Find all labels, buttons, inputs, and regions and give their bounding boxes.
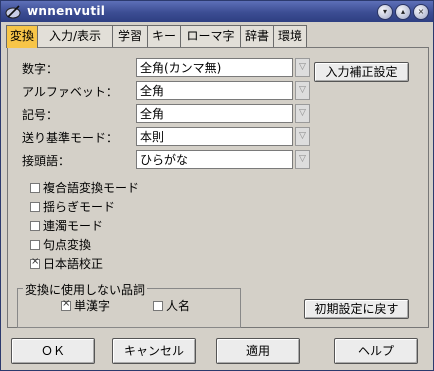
symbols-label: 記号： bbox=[22, 108, 59, 122]
alphabet-dropdown-icon[interactable]: ▽ bbox=[295, 81, 310, 100]
pen-icon[interactable] bbox=[5, 4, 21, 19]
app-window: wnnenvutil ▾ ▴ × 変換 入力/表示 学習 キー ローマ字 辞書 … bbox=[0, 0, 434, 371]
prefix-label: 接頭語： bbox=[22, 154, 71, 168]
person-name-label: 人名 bbox=[166, 299, 191, 313]
fluctuation-mode-label: 揺らぎモード bbox=[43, 200, 116, 214]
japanese-proofreading-checkbox[interactable] bbox=[30, 256, 40, 269]
tab-input-display[interactable]: 入力/表示 bbox=[37, 25, 113, 47]
japanese-proofreading-label: 日本語校正 bbox=[43, 257, 104, 271]
apply-button[interactable]: 適用 bbox=[216, 338, 300, 364]
reset-defaults-button[interactable]: 初期設定に戻す bbox=[304, 299, 409, 319]
tab-environment[interactable]: 環境 bbox=[273, 25, 307, 47]
numbers-select[interactable]: 全角(カンマ無) bbox=[136, 58, 293, 77]
prefix-select[interactable]: ひらがな bbox=[136, 150, 293, 169]
window-menu-icon[interactable]: ▾ bbox=[377, 4, 393, 20]
tab-conversion[interactable]: 変換 bbox=[6, 25, 38, 48]
compound-mode-label: 複合語変換モード bbox=[43, 181, 140, 195]
person-name-checkbox[interactable] bbox=[153, 301, 163, 311]
rendaku-mode-label: 連濁モード bbox=[43, 219, 104, 233]
unused-pos-group-title: 変換に使用しない品詞 bbox=[23, 281, 148, 298]
prefix-dropdown-icon[interactable]: ▽ bbox=[295, 150, 310, 169]
tab-romaji[interactable]: ローマ字 bbox=[180, 25, 241, 47]
tab-learning[interactable]: 学習 bbox=[112, 25, 148, 47]
alphabet-select[interactable]: 全角 bbox=[136, 81, 293, 100]
numbers-dropdown-icon[interactable]: ▽ bbox=[295, 58, 310, 77]
alphabet-label: アルファベット： bbox=[22, 85, 118, 99]
numbers-label: 数字： bbox=[22, 62, 59, 76]
symbols-dropdown-icon[interactable]: ▽ bbox=[295, 104, 310, 123]
tab-dictionary[interactable]: 辞書 bbox=[240, 25, 274, 47]
cancel-button[interactable]: キャンセル bbox=[112, 338, 196, 364]
input-correction-settings-button[interactable]: 入力補正設定 bbox=[314, 62, 409, 82]
fluctuation-mode-checkbox[interactable] bbox=[30, 202, 40, 212]
punctuation-conversion-label: 句点変換 bbox=[43, 238, 92, 252]
minimize-icon[interactable]: ▴ bbox=[395, 4, 411, 20]
close-icon[interactable]: × bbox=[413, 4, 429, 20]
okurigana-mode-dropdown-icon[interactable]: ▽ bbox=[295, 127, 310, 146]
ok-button[interactable]: ＯＫ bbox=[11, 338, 95, 364]
tab-keys[interactable]: キー bbox=[147, 25, 181, 47]
compound-mode-checkbox[interactable] bbox=[30, 183, 40, 193]
okurigana-mode-label: 送り基準モード： bbox=[22, 131, 119, 145]
titlebar[interactable]: wnnenvutil ▾ ▴ × bbox=[1, 1, 433, 22]
single-kanji-checkbox[interactable] bbox=[61, 298, 71, 311]
symbols-select[interactable]: 全角 bbox=[136, 104, 293, 123]
punctuation-conversion-checkbox[interactable] bbox=[30, 240, 40, 250]
window-title: wnnenvutil bbox=[27, 4, 106, 18]
rendaku-mode-checkbox[interactable] bbox=[30, 221, 40, 231]
okurigana-mode-select[interactable]: 本則 bbox=[136, 127, 293, 146]
help-button[interactable]: ヘルプ bbox=[334, 338, 418, 364]
single-kanji-label: 単漢字 bbox=[74, 299, 111, 313]
